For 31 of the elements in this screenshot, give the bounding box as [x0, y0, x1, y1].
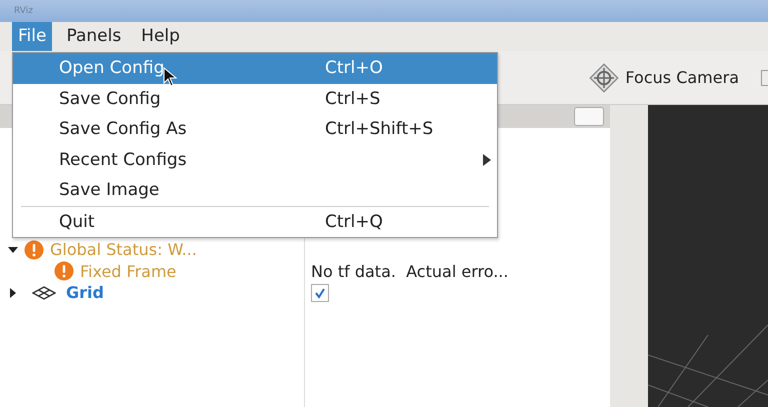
- menu-option[interactable]: Save Image: [13, 175, 497, 206]
- display-label[interactable]: Grid: [66, 283, 104, 302]
- mouse-cursor-icon: [163, 67, 177, 87]
- check-icon: [314, 286, 326, 299]
- menu-option[interactable]: Recent Configs: [13, 144, 497, 175]
- option-label: Save Config As: [59, 119, 187, 140]
- window-title: RViz: [14, 6, 33, 16]
- menu-item[interactable]: File: [12, 22, 52, 52]
- menu-option[interactable]: Quit Ctrl+Q: [13, 206, 497, 237]
- option-label: Open Config: [59, 58, 164, 78]
- expand-arrow-icon[interactable]: [8, 288, 18, 298]
- option-label: Quit: [59, 212, 95, 232]
- menu-option[interactable]: Open Config Ctrl+O: [13, 53, 497, 84]
- grid-icon: [32, 286, 56, 300]
- menu-item[interactable]: Help: [135, 22, 186, 52]
- shortcut-text: Ctrl+Shift+S: [325, 119, 434, 140]
- shortcut-text: Ctrl+O: [325, 58, 383, 78]
- submenu-arrow-icon: [483, 154, 491, 166]
- crosshair-icon: [589, 62, 620, 92]
- focus-camera-button[interactable]: Focus Camera: [589, 62, 739, 92]
- option-label: Recent Configs: [59, 150, 187, 170]
- expand-arrow-icon[interactable]: [8, 244, 18, 255]
- status-text: No tf data. Actual erro...: [311, 262, 508, 281]
- option-label: Save Image: [59, 180, 160, 200]
- shortcut-text: Ctrl+Q: [325, 212, 383, 232]
- shortcut-text: Ctrl+S: [325, 88, 380, 109]
- menu-option[interactable]: Save Config As Ctrl+Shift+S: [13, 114, 497, 144]
- menu-option[interactable]: Save Config Ctrl+S: [13, 84, 497, 114]
- menu-item[interactable]: Panels: [60, 22, 128, 52]
- checkbox[interactable]: [311, 284, 329, 302]
- option-label: Save Config: [59, 88, 161, 109]
